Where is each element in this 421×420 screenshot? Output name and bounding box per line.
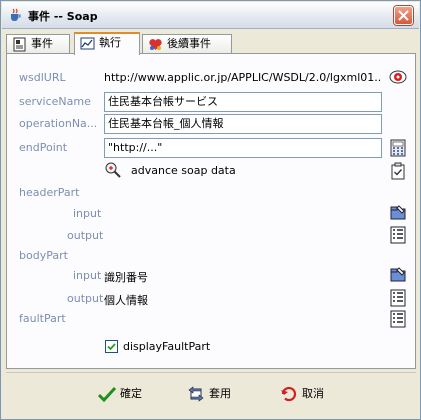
display-fault-part-checkbox[interactable] (105, 340, 118, 353)
wsdl-url-value: http://www.applic.or.jp/APPLIC/WSDL/2.0/… (104, 71, 382, 84)
edit-folder-icon[interactable] (389, 204, 407, 222)
apply-button[interactable]: 套用 (187, 382, 241, 406)
magnifier-settings-icon[interactable] (104, 161, 122, 179)
soap-event-dialog: 事件 -- Soap 事件 執行 後續事件 wsdlURL http://www… (0, 0, 421, 420)
body-input-value: 識別番号 (104, 271, 148, 284)
title-bar[interactable]: 事件 -- Soap (2, 2, 419, 29)
header-part-label: headerPart (19, 186, 80, 199)
fault-part-label: faultPart (19, 312, 66, 325)
undo-arrow-icon (281, 386, 297, 402)
cancel-button-label: 取消 (302, 387, 324, 400)
cancel-button[interactable]: 取消 (280, 382, 334, 406)
apply-arrows-icon (188, 386, 204, 402)
operation-name-field[interactable]: 住民基本台帳_個人情報 (104, 114, 382, 134)
checkmark-icon (107, 343, 116, 351)
operation-name-label: operationNa... (19, 117, 98, 130)
window-title: 事件 -- Soap (28, 10, 98, 23)
body-output-value: 個人情報 (104, 294, 148, 307)
tab-event[interactable]: 事件 (6, 34, 70, 54)
endpoint-label: endPoint (19, 141, 68, 154)
execute-panel: wsdlURL http://www.applic.or.jp/APPLIC/W… (6, 53, 416, 369)
wsdl-browse-icon[interactable] (389, 68, 407, 86)
ok-button-label: 確定 (120, 387, 142, 400)
heart-chain-icon (149, 39, 162, 50)
footer-divider (6, 372, 416, 373)
close-x-icon (398, 10, 409, 21)
tab-followup-event[interactable]: 後續事件 (142, 34, 232, 54)
edit-folder-icon[interactable] (389, 266, 407, 284)
tab-followup-event-label: 後續事件 (167, 37, 211, 50)
tab-execute-label: 執行 (99, 36, 121, 49)
body-part-label: bodyPart (19, 249, 68, 262)
tab-event-label: 事件 (31, 37, 53, 50)
java-cup-icon (11, 8, 21, 21)
close-button[interactable] (394, 6, 413, 25)
body-input-label: input (73, 269, 102, 282)
advance-soap-data-link[interactable]: advance soap data (131, 164, 236, 177)
ok-button[interactable]: 確定 (98, 382, 152, 406)
endpoint-field[interactable]: "http://..." (104, 138, 382, 158)
header-output-label: output (67, 229, 104, 242)
wsdl-url-label: wsdlURL (19, 71, 66, 84)
document-icon (13, 37, 26, 52)
tab-execute[interactable]: 執行 (74, 32, 140, 55)
green-check-icon (98, 386, 116, 402)
service-name-label: serviceName (19, 95, 91, 108)
list-table-icon[interactable] (389, 310, 407, 328)
clipboard-check-icon[interactable] (389, 162, 407, 180)
execute-chart-icon (80, 37, 95, 50)
apply-button-label: 套用 (209, 387, 231, 400)
header-input-label: input (73, 207, 102, 220)
calculator-icon[interactable] (389, 139, 407, 157)
list-table-icon[interactable] (389, 289, 407, 307)
list-table-icon[interactable] (389, 226, 407, 244)
service-name-field[interactable]: 住民基本台帳サービス (104, 92, 382, 112)
body-output-label: output (67, 292, 104, 305)
display-fault-part-label: displayFaultPart (123, 340, 211, 353)
